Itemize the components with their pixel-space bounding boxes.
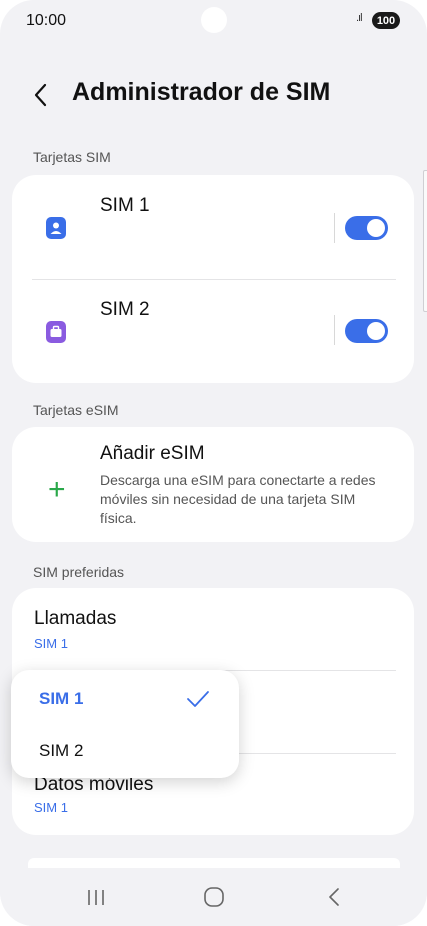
sim-1-label: SIM 1 [100,195,150,216]
briefcase-sim-icon [46,321,66,343]
checkmark-icon [187,691,209,707]
section-header-sim-cards: Tarjetas SIM [33,149,111,165]
section-header-esim-cards: Tarjetas eSIM [33,402,119,418]
sim-select-dropdown: SIM 1 SIM 2 [11,670,239,778]
recent-apps-button[interactable] [86,884,106,910]
mobile-data-value: SIM 1 [34,800,68,815]
calls-row[interactable]: Llamadas SIM 1 [12,588,414,670]
dropdown-option-sim-1[interactable]: SIM 1 [39,689,83,709]
add-esim-card[interactable]: + Añadir eSIM Descarga una eSIM para con… [12,427,414,542]
calls-value: SIM 1 [34,636,68,651]
page-title: Administrador de SIM [72,78,331,106]
sim-1-toggle[interactable] [345,216,388,240]
recent-apps-icon [88,890,104,905]
home-button[interactable] [202,884,226,910]
front-camera [201,7,227,33]
battery-icon: 100 [372,12,400,29]
chevron-left-icon [34,83,47,107]
sim-2-label: SIM 2 [100,299,150,320]
sim-cards-card: SIM 1 SIM 2 [12,175,414,383]
sim-2-row[interactable]: SIM 2 [12,279,414,383]
plus-icon: + [48,473,66,506]
sim-2-toggle[interactable] [345,319,388,343]
divider [334,315,335,345]
calls-label: Llamadas [34,608,117,629]
add-esim-description: Descarga una eSIM para conectarte a rede… [100,472,376,526]
status-time: 10:00 [26,12,67,29]
phone-screen: 10:00 .ıl 100 Administrador de SIM Tarje… [0,0,427,926]
divider [334,213,335,243]
sim-1-row[interactable]: SIM 1 [12,175,414,279]
person-sim-icon [46,217,66,239]
add-esim-title: Añadir eSIM [100,443,205,464]
home-icon [204,887,224,907]
section-header-preferred: SIM preferidas [33,564,125,580]
navigation-bar [0,868,427,926]
back-nav-button[interactable] [324,884,344,910]
signal-icon: .ıl [356,12,362,24]
back-button[interactable] [30,80,54,110]
next-card-edge [28,858,400,868]
scrollbar[interactable] [423,170,427,312]
back-icon [329,888,339,906]
dropdown-option-sim-2[interactable]: SIM 2 [39,741,83,761]
